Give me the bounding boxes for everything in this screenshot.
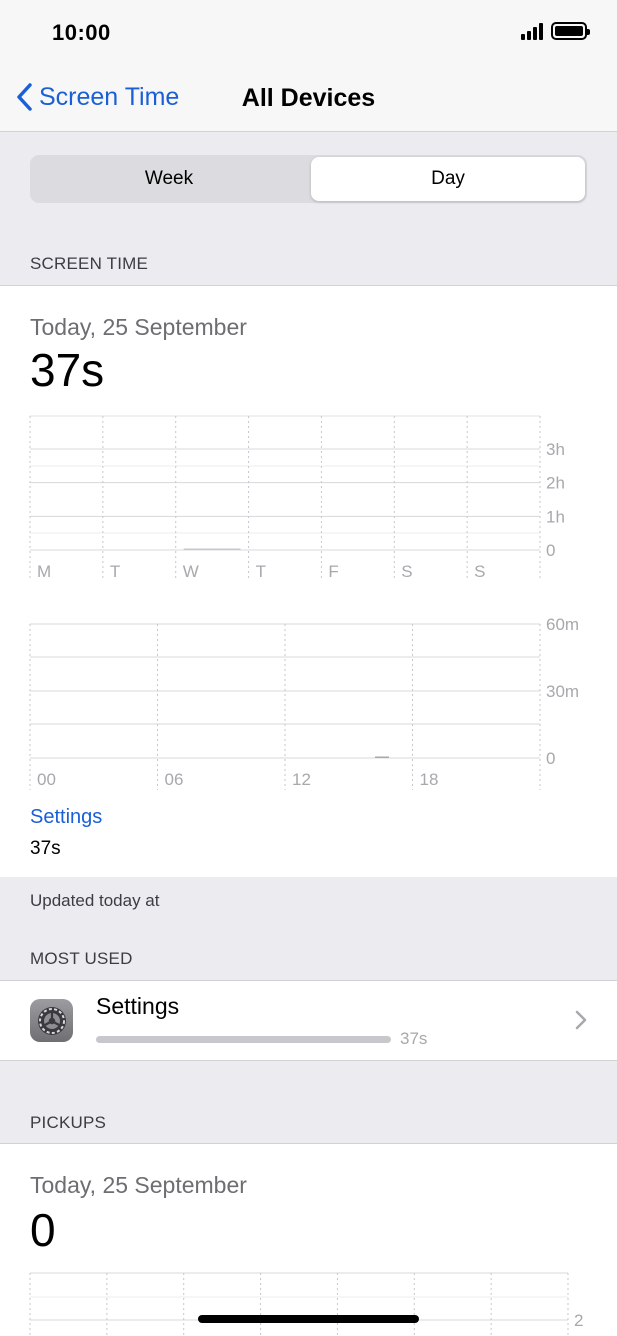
y-tick-label: 2 (574, 1311, 583, 1330)
home-indicator[interactable] (198, 1315, 419, 1323)
pickups-chart: 2 (29, 1272, 583, 1336)
